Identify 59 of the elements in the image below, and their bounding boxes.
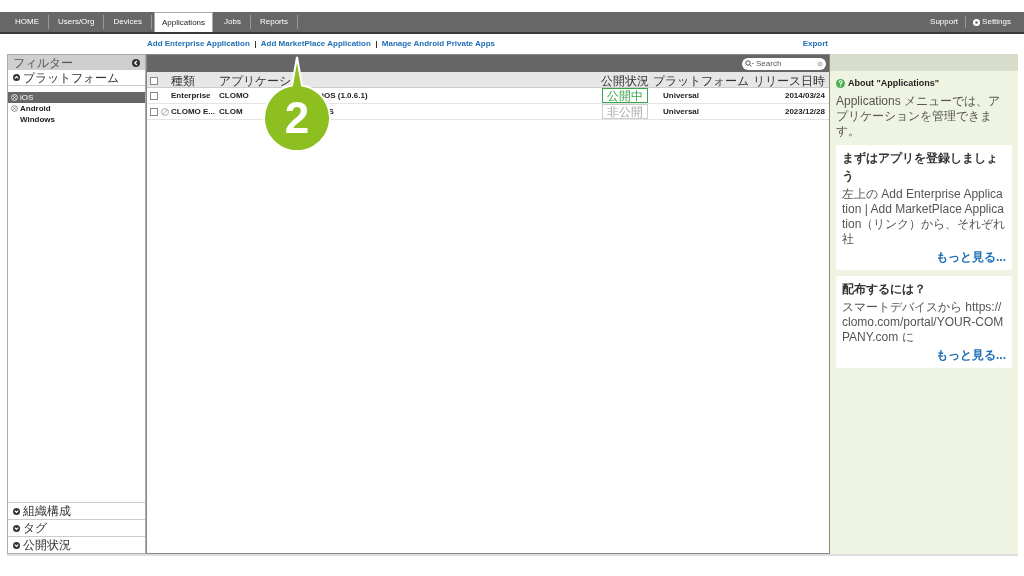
table-cell: iOS (1.0.6.1) (321, 89, 368, 102)
table-cell-text: 2014/03/24 (783, 89, 826, 102)
expand-icon (13, 524, 20, 532)
action-link[interactable]: Manage Android Private Apps (381, 38, 495, 50)
table-cell: CLOM (219, 105, 243, 118)
nav-tab[interactable]: Applications (153, 12, 214, 32)
status-badge: 非公開 (602, 104, 648, 119)
settings-icon (973, 18, 981, 26)
card-text: 左上の Add Enterprise Application | Add MarketPlace Application（リンク）から、それぞれ社 (842, 186, 1006, 247)
expand-icon (13, 541, 20, 549)
nav-tab[interactable]: Users/Org (49, 15, 105, 29)
more-link[interactable]: もっと見る... (936, 247, 1006, 266)
collapse-icon[interactable] (132, 58, 140, 67)
remove-icon (11, 105, 18, 112)
card-title: まずはアプリを登録しましょう (842, 149, 999, 185)
nav-tab[interactable]: HOME (6, 15, 49, 29)
export-link[interactable]: Export (802, 38, 828, 50)
platform-item[interactable]: iOS (8, 92, 145, 103)
about-title: About "Applications" (848, 77, 940, 90)
table-cell-text: CLOMO E... (171, 105, 216, 118)
platform-item[interactable]: Android (8, 103, 145, 114)
remove-icon (11, 94, 18, 101)
search-icon (745, 60, 754, 67)
nav-tab[interactable]: Devices (104, 15, 152, 29)
column-header[interactable]: プラットフォーム (651, 72, 751, 90)
column-header[interactable]: リリース日時 (751, 72, 829, 90)
filter-section[interactable]: タグ (8, 519, 145, 536)
table-cell-text: 2023/12/28 (783, 105, 826, 118)
filter-section[interactable]: プラットフォーム (8, 70, 145, 86)
table-cell-text: Universal (662, 89, 701, 102)
step-number: 2 (283, 95, 311, 141)
column-header[interactable]: 公開状況 (599, 72, 651, 90)
expand-icon (13, 507, 20, 515)
card-title: 配布するには？ (842, 280, 927, 298)
search-field[interactable]: Search (742, 57, 826, 70)
status-badge: 公開中 (602, 88, 648, 103)
collapse-icon (13, 74, 20, 81)
filter-section[interactable]: 組織構成 (8, 502, 145, 519)
nav-link[interactable]: Settings (965, 16, 1018, 28)
table-cell-text: Enterprise (171, 89, 212, 102)
checkbox[interactable] (150, 107, 158, 116)
sidebar-title: フィルター (13, 54, 73, 72)
nav-link[interactable]: Support (923, 16, 966, 28)
nav-tab[interactable]: Jobs (215, 15, 251, 29)
filter-section[interactable]: 公開状況 (8, 536, 145, 553)
table-cell: CLOMO (219, 89, 249, 102)
column-header[interactable]: 種類 (171, 72, 219, 90)
checkbox[interactable] (150, 91, 158, 100)
action-link[interactable]: Add Enterprise Application (147, 38, 250, 50)
help-icon (836, 79, 845, 89)
platform-item[interactable]: Windows (8, 114, 145, 125)
action-link[interactable]: Add MarketPlace Application (260, 38, 371, 50)
column-header[interactable]: アプリケーシ (219, 72, 599, 90)
checkbox[interactable] (150, 77, 158, 85)
about-text: Applications メニューでは、アプリケーションを管理できます。 (836, 93, 1002, 139)
card-text: スマートデバイスから https://clomo.com/portal/YOUR-COMPANY.com に (842, 299, 1005, 345)
more-link[interactable]: もっと見る... (936, 345, 1006, 364)
nav-tab[interactable]: Reports (250, 15, 298, 29)
table-cell-text: Universal (662, 105, 701, 118)
